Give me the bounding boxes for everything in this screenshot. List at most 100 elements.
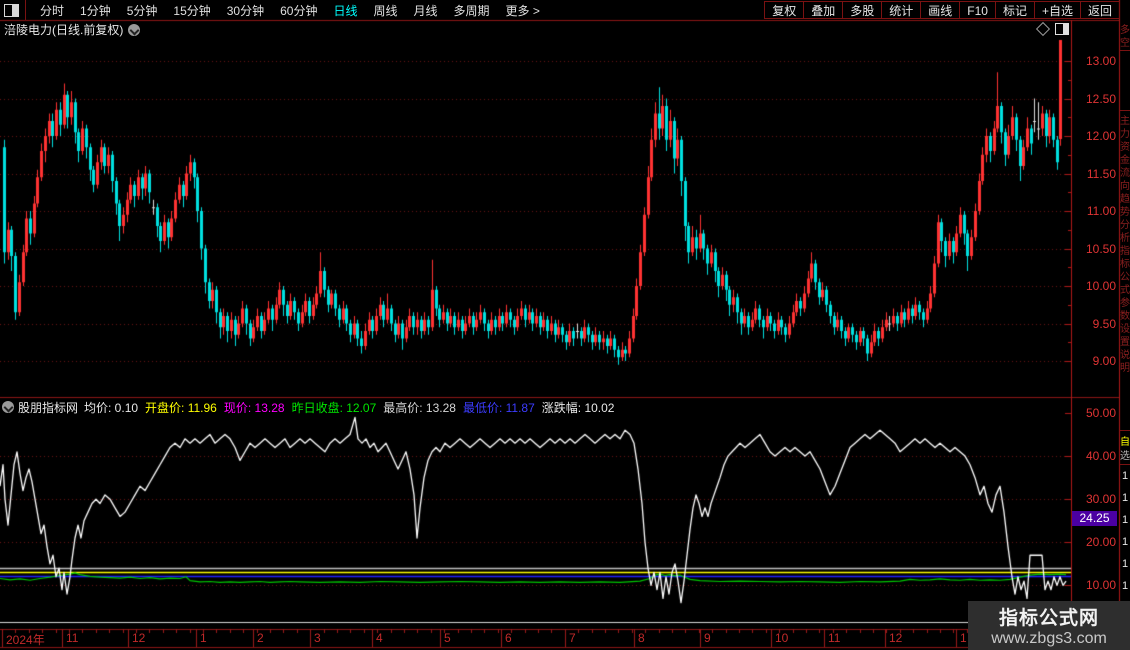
time-axis-label: 10	[775, 631, 789, 645]
indicator-axis-label: 10.00	[1085, 578, 1116, 593]
time-axis-label: 8	[638, 631, 645, 645]
strip-glyph: 多	[1120, 25, 1130, 36]
strip-glyph: 数	[1120, 311, 1130, 322]
chevron-down-circle-icon[interactable]	[128, 23, 141, 36]
chevron-down-circle-icon[interactable]	[2, 401, 14, 413]
strip-glyph: 式	[1120, 285, 1130, 296]
panel-toggle-icon[interactable]	[1055, 23, 1069, 35]
period-tab-3[interactable]: 15分钟	[165, 2, 218, 19]
time-axis-label: 1	[960, 631, 967, 645]
indicator-axis-label: 20.00	[1085, 535, 1116, 550]
strip-glyph: 公	[1120, 272, 1130, 283]
strip-glyph: 1	[1121, 470, 1129, 482]
indicator-field-6: 涨跌幅: 10.02	[541, 400, 615, 415]
period-tab-0[interactable]: 分时	[32, 2, 72, 19]
indicator-fields: 均价: 0.10 开盘价: 11.96 现价: 13.28 昨日收盘: 12.07 最高…	[84, 399, 621, 416]
period-tab-4[interactable]: 30分钟	[219, 2, 272, 19]
time-axis-label: 11	[66, 631, 79, 645]
indicator-field-1: 开盘价: 11.96	[145, 400, 217, 415]
time-axis-label: 1	[200, 631, 207, 645]
strip-glyph: 流	[1120, 168, 1130, 179]
period-tab-7[interactable]: 周线	[365, 2, 405, 19]
period-tab-2[interactable]: 5分钟	[119, 2, 166, 19]
toolbar-button-3[interactable]: 统计	[881, 1, 921, 19]
period-toolbar: 分时 1分钟 5分钟 15分钟 30分钟 60分钟 日线 周线 月线 多周期 更多 > 复权 叠加 多股…	[0, 0, 1120, 20]
toolbar-button-2[interactable]: 多股	[842, 1, 882, 19]
strip-glyph: 主	[1120, 116, 1130, 127]
layout-toggle-icon[interactable]	[4, 3, 19, 17]
toolbar-button-5[interactable]: F10	[959, 1, 995, 19]
toolbar-button-7[interactable]: +自选	[1033, 1, 1080, 19]
toolbar-button-4[interactable]: 画线	[920, 1, 960, 19]
indicator-field-0: 均价: 0.10	[84, 400, 139, 415]
period-tabs: 分时 1分钟 5分钟 15分钟 30分钟 60分钟 日线 周线 月线 多周期 更多 >	[32, 2, 548, 19]
toolbar-button-6[interactable]: 标记	[994, 1, 1034, 19]
toolbar-divider	[25, 0, 26, 20]
time-axis-label: 9	[704, 631, 711, 645]
toolbar-button-1[interactable]: 叠加	[803, 1, 843, 19]
right-vertical-toolbar[interactable]: 多空主力资金流向趋势分析指标公式参数设置说明自选11111111	[1120, 0, 1130, 650]
time-axis-label: 3	[314, 631, 321, 645]
diamond-icon[interactable]	[1035, 21, 1051, 37]
strip-glyph: 选	[1120, 451, 1130, 462]
strip-glyph: 1	[1121, 580, 1129, 592]
indicator-value-badge: 24.25	[1072, 511, 1117, 526]
period-tab-10[interactable]: 更多 >	[498, 2, 548, 19]
price-axis-label: 11.00	[1086, 204, 1116, 218]
indicator-axis-label: 50.00	[1085, 406, 1116, 420]
period-tab-9[interactable]: 多周期	[446, 2, 498, 19]
trading-app-window: 分时 1分钟 5分钟 15分钟 30分钟 60分钟 日线 周线 月线 多周期 更多 > 复权 叠加 多股…	[0, 0, 1130, 650]
time-axis-label: 6	[505, 631, 512, 645]
strip-glyph: 势	[1120, 207, 1130, 218]
price-axis-label: 12.50	[1085, 91, 1116, 106]
time-axis-label: 5	[444, 631, 451, 645]
strip-glyph: 向	[1120, 181, 1130, 192]
indicator-field-2: 现价: 13.28	[223, 400, 285, 415]
price-axis-label: 9.00	[1092, 354, 1116, 368]
time-axis-label: 2024年	[6, 633, 45, 647]
period-tab-8[interactable]: 月线	[406, 2, 446, 19]
toolbar-button-8[interactable]: 返回	[1079, 1, 1120, 19]
candlestick-chart[interactable]	[0, 0, 1130, 650]
price-axis-label: 10.00	[1085, 279, 1116, 293]
strip-glyph: 空	[1120, 38, 1130, 49]
watermark-url: www.zbgs3.com	[991, 630, 1107, 647]
price-axis-label: 10.50	[1085, 241, 1116, 256]
time-axis-label: 12	[132, 631, 146, 645]
strip-glyph: 1	[1121, 492, 1129, 504]
time-axis-label: 7	[569, 631, 576, 645]
period-tab-6[interactable]: 日线	[325, 2, 365, 19]
watermark: 指标公式网 www.zbgs3.com	[968, 601, 1130, 650]
strip-glyph: 置	[1120, 337, 1130, 348]
strip-glyph: 明	[1120, 363, 1130, 374]
period-tab-5[interactable]: 60分钟	[272, 2, 325, 19]
strip-glyph: 设	[1120, 324, 1130, 335]
strip-divider	[1120, 430, 1130, 431]
time-axis-label: 2	[257, 631, 264, 645]
strip-glyph: 趋	[1120, 194, 1130, 205]
strip-glyph: 说	[1120, 350, 1130, 361]
symbol-title-bar[interactable]: 涪陵电力(日线.前复权)	[4, 22, 141, 37]
indicator-source-label: 股朋指标网	[18, 400, 79, 415]
watermark-title: 指标公式网	[998, 608, 1099, 629]
indicator-field-4: 最高价: 13.28	[383, 400, 456, 415]
strip-divider	[1120, 110, 1130, 111]
price-axis-label: 13.00	[1085, 54, 1116, 68]
indicator-axis-label: 30.00	[1085, 492, 1116, 507]
page-title: 涪陵电力(日线.前复权)	[4, 23, 124, 37]
price-axis-label: 11.50	[1086, 166, 1116, 181]
strip-divider	[1120, 50, 1130, 51]
time-axis-label: 4	[376, 631, 383, 645]
strip-glyph: 资	[1120, 142, 1130, 153]
period-tab-1[interactable]: 1分钟	[72, 2, 119, 19]
toolbar-button-0[interactable]: 复权	[764, 1, 804, 19]
strip-glyph: 自	[1120, 437, 1130, 448]
strip-glyph: 标	[1120, 259, 1130, 270]
indicator-field-3: 昨日收盘: 12.07	[291, 400, 377, 415]
strip-glyph: 金	[1120, 155, 1130, 166]
time-axis-label: 12	[889, 631, 903, 645]
indicator-axis-label: 40.00	[1085, 449, 1116, 464]
strip-glyph: 分	[1120, 220, 1130, 231]
strip-glyph: 参	[1120, 298, 1130, 309]
strip-glyph: 指	[1120, 246, 1130, 257]
